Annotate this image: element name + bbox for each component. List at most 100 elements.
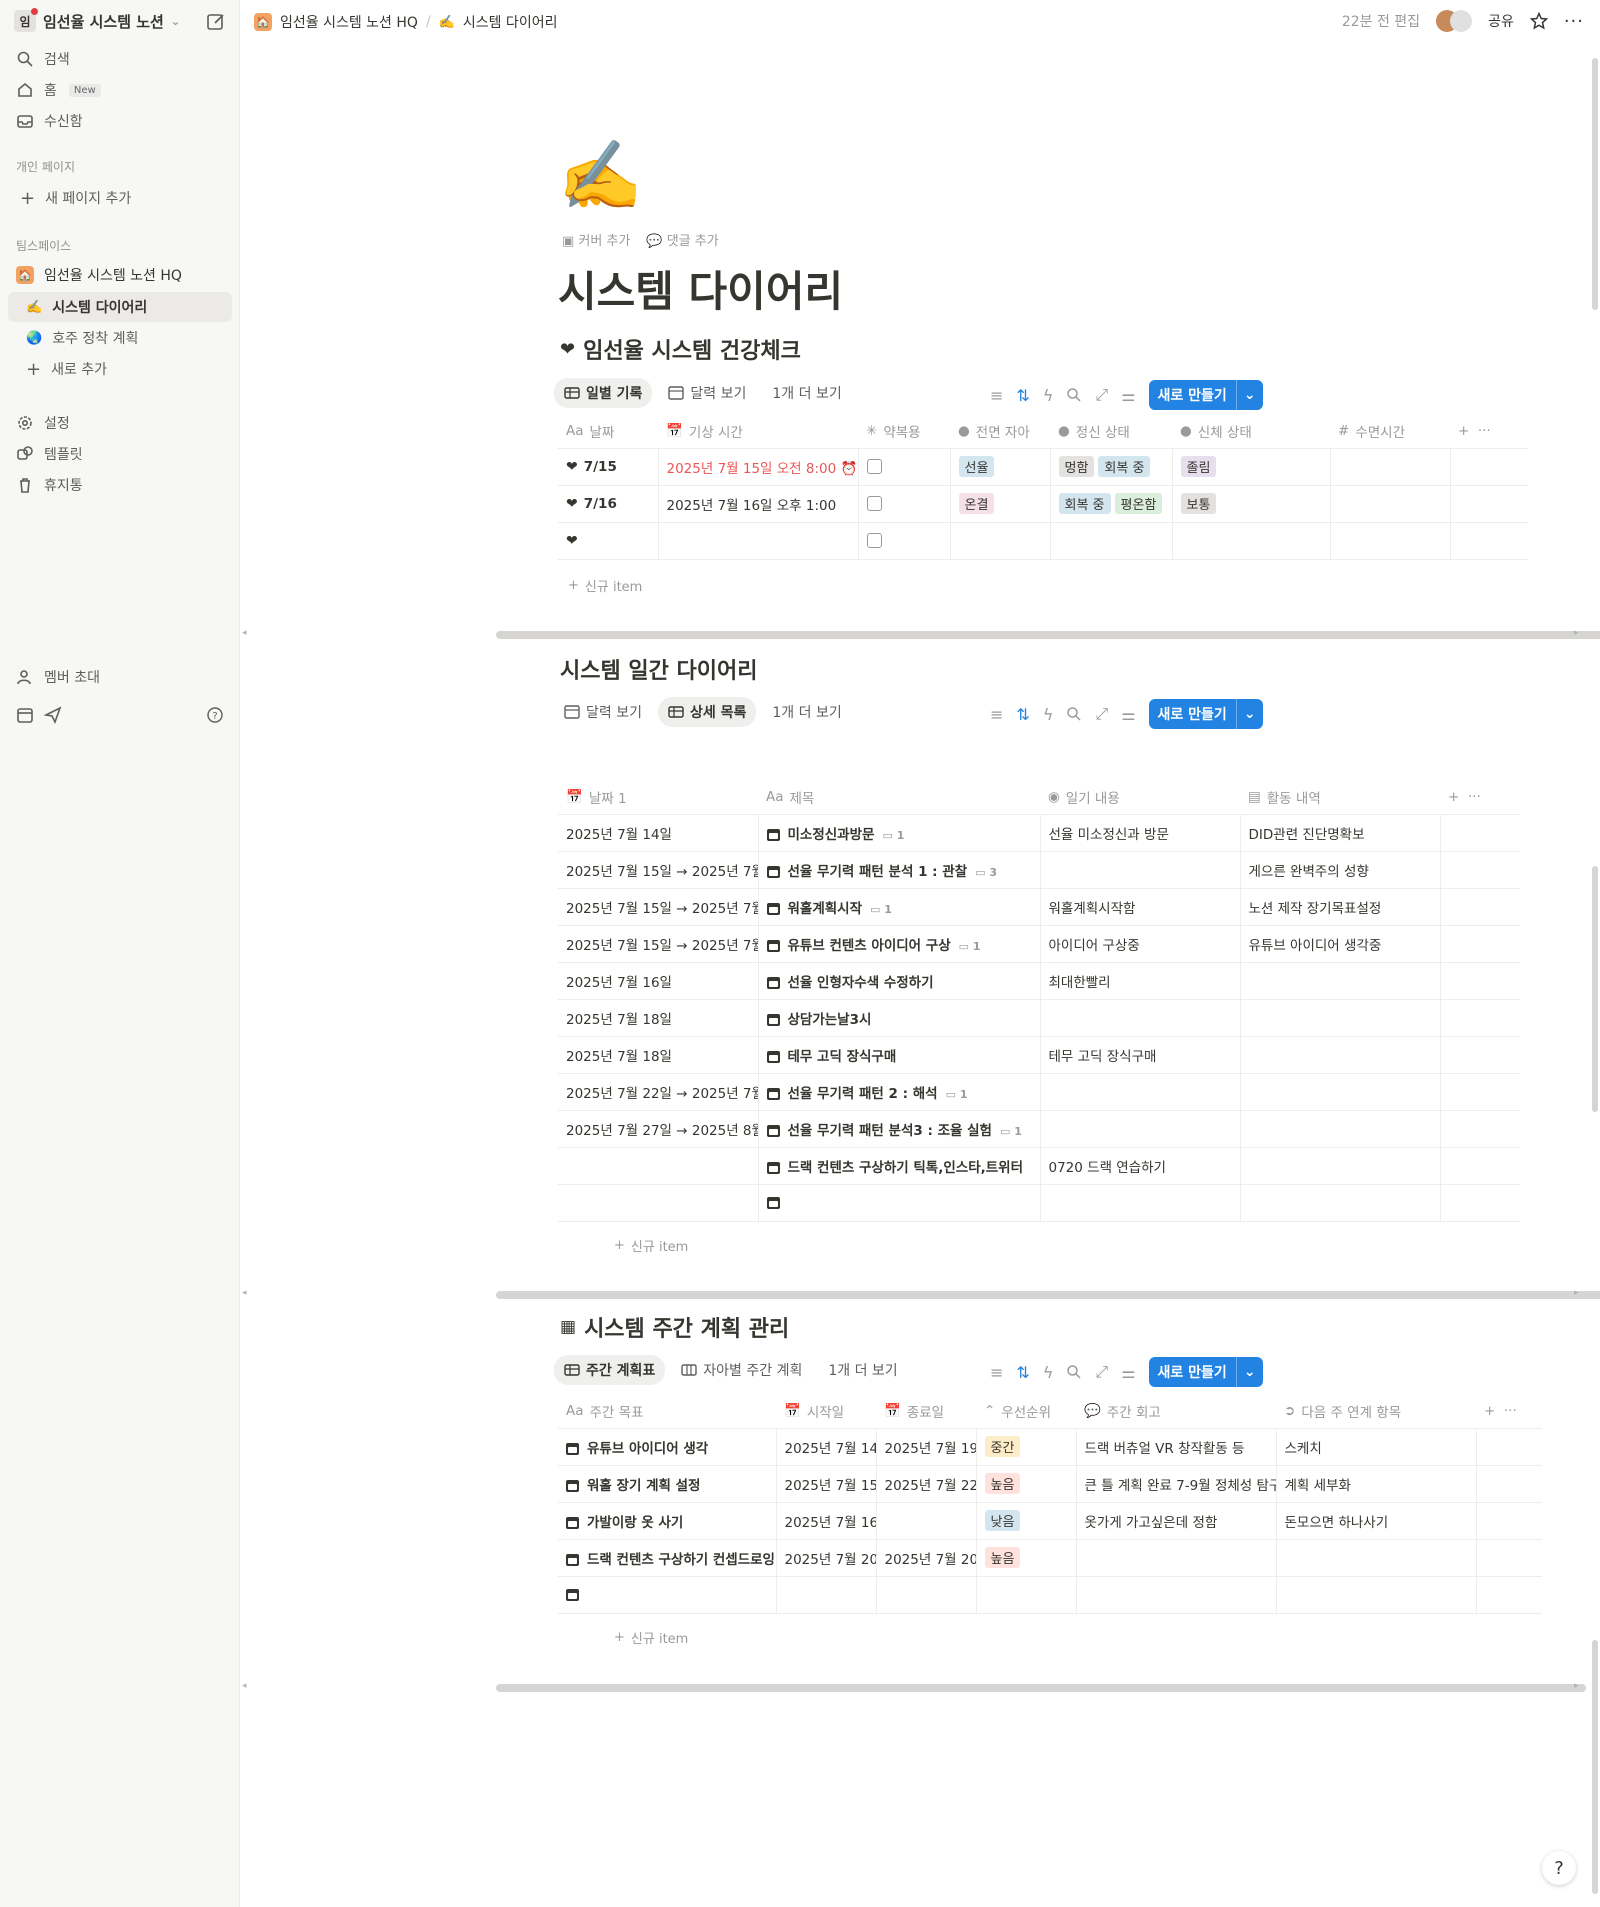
filter-icon[interactable]: ≡ xyxy=(990,1363,1003,1382)
activity-cell[interactable] xyxy=(1240,1110,1441,1148)
sidebar-item-templates[interactable]: 템플릿 xyxy=(16,441,83,467)
goal-cell[interactable]: 유튜브 아이디어 생각 xyxy=(558,1428,777,1466)
date-cell[interactable]: 2025년 7월 16일 xyxy=(558,962,759,1000)
diary-cell[interactable]: 워홀계획시작함 xyxy=(1040,888,1241,926)
date-cell[interactable]: 2025년 7월 14일 xyxy=(558,814,759,852)
page-title[interactable]: 시스템 다이어리 xyxy=(558,258,843,319)
table-row[interactable]: 드랙 컨텐츠 구상하기 컨셉드로잉2025년 7월 20일2025년 7월 20… xyxy=(558,1539,1542,1577)
diary-cell[interactable] xyxy=(1040,999,1241,1037)
chevron-down-icon[interactable]: ⌄ xyxy=(1235,1357,1263,1387)
new-button[interactable]: 새로 만들기 ⌄ xyxy=(1148,699,1263,729)
next-cell[interactable] xyxy=(1276,1539,1477,1577)
new-page-icon[interactable] xyxy=(206,12,226,32)
scroll-left-icon[interactable]: ◂ xyxy=(242,1681,247,1691)
comment-count[interactable]: ▭ 1 xyxy=(946,1088,968,1101)
tab-daily-record[interactable]: 일별 기록 xyxy=(554,378,653,408)
title-cell[interactable]: 상담가는날3시 xyxy=(758,999,1041,1037)
add-column-button[interactable]: + ··· xyxy=(1450,414,1528,449)
comment-count[interactable]: ▭ 1 xyxy=(959,940,981,953)
review-cell[interactable]: 큰 틀 계획 완료 7-9월 정체성 탐구 xyxy=(1076,1465,1277,1503)
table-row[interactable]: 워홀 장기 계획 설정2025년 7월 15일2025년 7월 22일 높음 큰 틀… xyxy=(558,1465,1542,1503)
table-row[interactable] xyxy=(558,1184,1520,1222)
goal-cell[interactable]: 드랙 컨텐츠 구상하기 컨셉드로잉 xyxy=(558,1539,777,1577)
table-row[interactable] xyxy=(558,1576,1542,1614)
horizontal-scrollbar[interactable] xyxy=(496,631,1600,639)
title-cell[interactable]: 워홀계획시작 ▭ 1 xyxy=(758,888,1041,926)
comment-count[interactable]: ▭ 1 xyxy=(882,829,904,842)
end-cell[interactable]: 2025년 7월 20일 xyxy=(876,1539,977,1577)
column-header[interactable]: 💬 주간 회고 xyxy=(1076,1394,1276,1429)
activity-cell[interactable] xyxy=(1240,999,1441,1037)
help-button[interactable]: ? xyxy=(1542,1851,1576,1885)
checkbox[interactable] xyxy=(866,496,882,511)
sort-icon[interactable]: ⇅ xyxy=(1016,386,1029,405)
activity-cell[interactable] xyxy=(1240,1073,1441,1111)
column-header[interactable]: ➲ 다음 주 연계 항목 xyxy=(1276,1394,1476,1429)
review-cell[interactable]: 옷가게 가고싶은데 정함 xyxy=(1076,1502,1277,1540)
activity-cell[interactable]: DID관련 진단명확보 xyxy=(1240,814,1441,852)
column-header[interactable]: Aa 제목 xyxy=(758,780,1040,815)
activity-cell[interactable]: 유튜브 아이디어 생각중 xyxy=(1240,925,1441,963)
vertical-scrollbar[interactable] xyxy=(1592,866,1598,1112)
end-cell[interactable]: 2025년 7월 19일 xyxy=(876,1428,977,1466)
new-button[interactable]: 새로 만들기 ⌄ xyxy=(1148,380,1263,410)
date-cell[interactable] xyxy=(558,1184,759,1222)
table-row[interactable]: 가발이랑 옷 사기2025년 7월 16일 낮음 옷가게 가고싶은데 정함돈모으면 … xyxy=(558,1502,1542,1540)
scroll-left-icon[interactable]: ◂ xyxy=(242,1288,247,1298)
title-cell[interactable]: 미소정신과방문 ▭ 1 xyxy=(758,814,1041,852)
column-header[interactable]: ✳ 약복용 xyxy=(858,414,950,449)
date-cell[interactable]: 2025년 7월 15일 → 2025년 7월 xyxy=(558,888,759,926)
column-header[interactable]: ● 신체 상태 xyxy=(1172,414,1330,449)
diary-cell[interactable]: 선율 미소정신과 방문 xyxy=(1040,814,1241,852)
title-cell[interactable]: 드랙 컨텐츠 구상하기 틱톡,인스타,트위터 xyxy=(758,1147,1041,1185)
priority-cell[interactable]: 낮음 xyxy=(976,1502,1077,1540)
review-cell[interactable] xyxy=(1076,1576,1277,1614)
sidebar-add-new[interactable]: + 새로 추가 xyxy=(26,356,107,382)
table-row[interactable]: 2025년 7월 15일 → 2025년 7월 워홀계획시작 ▭ 1 워홀계획시작함 노… xyxy=(558,888,1520,926)
more-icon[interactable]: ··· xyxy=(1564,11,1584,32)
add-column-button[interactable]: + ··· xyxy=(1476,1394,1542,1429)
next-cell[interactable] xyxy=(1276,1576,1477,1614)
activity-cell[interactable]: 게으른 완벽주의 성향 xyxy=(1240,851,1441,889)
start-cell[interactable]: 2025년 7월 20일 xyxy=(776,1539,877,1577)
goal-cell[interactable] xyxy=(558,1576,777,1614)
table-row[interactable]: 2025년 7월 16일 선율 인형자수색 수정하기 최대한빨리 xyxy=(558,962,1520,1000)
table-row[interactable]: 2025년 7월 15일 → 2025년 7월 2 선율 무기력 패턴 분석 1 … xyxy=(558,851,1520,889)
column-header[interactable]: Aa 날짜 xyxy=(558,414,658,449)
diary-cell[interactable] xyxy=(1040,1073,1241,1111)
add-comment-button[interactable]: 💬 댓글 추가 xyxy=(646,230,718,249)
table-row[interactable]: ❤ 7/15 2025년 7월 15일 오전 8:00 ⏰ 선율 멍함 회복 중 졸… xyxy=(558,448,1528,486)
share-button[interactable]: 공유 xyxy=(1488,11,1514,31)
title-cell[interactable]: 선율 무기력 패턴 2 : 해석 ▭ 1 xyxy=(758,1073,1041,1111)
column-header[interactable]: ◉ 일기 내용 xyxy=(1040,780,1240,815)
sidebar-item-trash[interactable]: 휴지통 xyxy=(16,472,83,498)
vertical-scrollbar[interactable] xyxy=(1592,1640,1598,1894)
new-item-button[interactable]: + 신규 item xyxy=(568,576,642,595)
tab-detail-list[interactable]: 상세 목록 xyxy=(657,697,757,727)
workspace-switcher[interactable]: 임 임선율 시스템 노션 ⌄ xyxy=(14,8,180,32)
db-title-weekly[interactable]: ▦ 시스템 주간 계획 관리 xyxy=(560,1311,789,1343)
add-cover-button[interactable]: ▣ 커버 추가 xyxy=(562,230,630,249)
tab-calendar-view[interactable]: 달력 보기 xyxy=(658,378,756,408)
db-title-daily[interactable]: 시스템 일간 다이어리 xyxy=(560,653,757,685)
end-cell[interactable] xyxy=(876,1502,977,1540)
sidebar-item-diary[interactable]: ✍️ 시스템 다이어리 xyxy=(26,294,147,320)
diary-cell[interactable]: 0720 드랙 연습하기 xyxy=(1040,1147,1241,1185)
new-item-button[interactable]: + 신규 item xyxy=(614,1236,688,1255)
date-cell[interactable]: 2025년 7월 18일 xyxy=(558,1036,759,1074)
chevron-down-icon[interactable]: ⌄ xyxy=(1235,699,1263,729)
new-button[interactable]: 새로 만들기 ⌄ xyxy=(1148,1357,1263,1387)
priority-cell[interactable]: 높음 xyxy=(976,1465,1077,1503)
new-item-button[interactable]: + 신규 item xyxy=(614,1628,688,1647)
column-header[interactable]: 📅 기상 시간 xyxy=(658,414,858,449)
breadcrumb-diary[interactable]: 시스템 다이어리 xyxy=(463,12,558,32)
column-header[interactable]: ● 전면 자아 xyxy=(950,414,1050,449)
sidebar-item-hq[interactable]: 🏠 임선율 시스템 노션 HQ xyxy=(16,262,182,288)
next-cell[interactable]: 스케치 xyxy=(1276,1428,1477,1466)
add-column-button[interactable]: + ··· xyxy=(1440,780,1520,815)
start-cell[interactable]: 2025년 7월 16일 xyxy=(776,1502,877,1540)
sidebar-item-invite[interactable]: 멤버 초대 xyxy=(16,664,100,690)
checkbox[interactable] xyxy=(866,533,882,548)
tab-board-view[interactable]: 자아별 주간 계획 xyxy=(671,1355,812,1385)
tab-weekly-plan[interactable]: 주간 계획표 xyxy=(554,1355,666,1385)
